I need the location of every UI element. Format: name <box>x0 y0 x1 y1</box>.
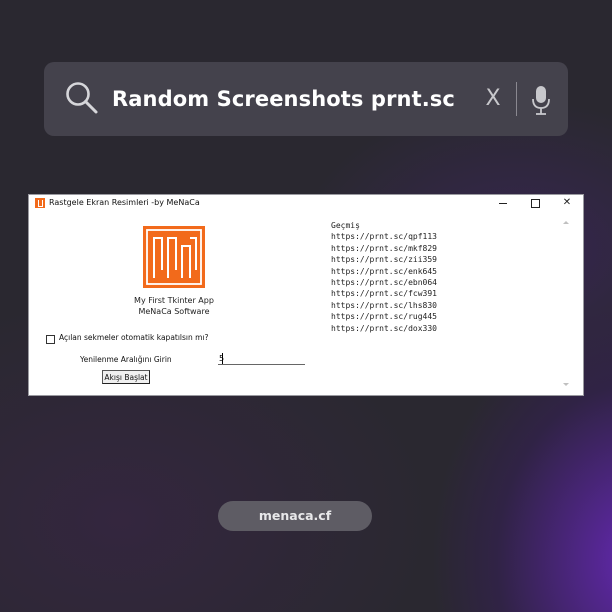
search-divider <box>516 82 517 116</box>
history-item: https://prnt.sc/enk645 <box>331 266 437 276</box>
microphone-icon[interactable] <box>531 84 551 116</box>
history-title: Geçmiş <box>331 221 360 230</box>
history-item: https://prnt.sc/mkf829 <box>331 243 437 253</box>
text-caret <box>222 353 223 364</box>
clear-search-button[interactable]: X <box>482 84 504 114</box>
caption-line-1: My First Tkinter App <box>134 296 214 305</box>
caption-line-2: MeNaCa Software <box>138 307 210 316</box>
app-logo <box>143 226 205 288</box>
close-icon[interactable]: ✕ <box>551 195 583 211</box>
history-item: https://prnt.sc/qpf113 <box>331 232 437 242</box>
window-titlebar[interactable]: Rastgele Ekran Resimleri -by MeNaCa ✕ <box>29 195 583 211</box>
app-window: Rastgele Ekran Resimleri -by MeNaCa ✕ My… <box>29 195 583 395</box>
auto-close-checkbox[interactable] <box>46 335 55 344</box>
history-item: https://prnt.sc/dox330 <box>331 323 437 333</box>
history-item: https://prnt.sc/fcw391 <box>331 289 437 299</box>
history-item: https://prnt.sc/zii359 <box>331 255 437 265</box>
start-stream-button[interactable]: Akışı Başlat <box>102 370 150 384</box>
history-scrollbar[interactable] <box>561 217 571 391</box>
interval-label: Yenilenme Aralığını Girin <box>80 355 172 364</box>
history-item: https://prnt.sc/rug445 <box>331 312 437 322</box>
history-panel: Geçmiş https://prnt.sc/qpf113 https://pr… <box>331 220 566 390</box>
site-label: menaca.cf <box>218 501 372 531</box>
search-bar[interactable]: Random Screenshots prnt.sc X <box>44 62 568 136</box>
minimize-icon[interactable] <box>487 195 519 211</box>
search-query[interactable]: Random Screenshots prnt.sc <box>112 62 455 136</box>
interval-input[interactable] <box>218 352 305 365</box>
scroll-down-icon[interactable] <box>563 383 569 386</box>
app-caption: My First Tkinter App MeNaCa Software <box>124 295 224 317</box>
auto-close-label: Açılan sekmeler otomatik kapatılsın mı? <box>59 333 209 342</box>
scroll-up-icon[interactable] <box>563 221 569 224</box>
history-item: https://prnt.sc/ebn064 <box>331 278 437 288</box>
app-icon <box>35 198 45 208</box>
search-icon <box>66 82 98 114</box>
history-item: https://prnt.sc/lhs830 <box>331 300 437 310</box>
maximize-icon[interactable] <box>519 195 551 211</box>
window-title: Rastgele Ekran Resimleri -by MeNaCa <box>49 198 200 207</box>
